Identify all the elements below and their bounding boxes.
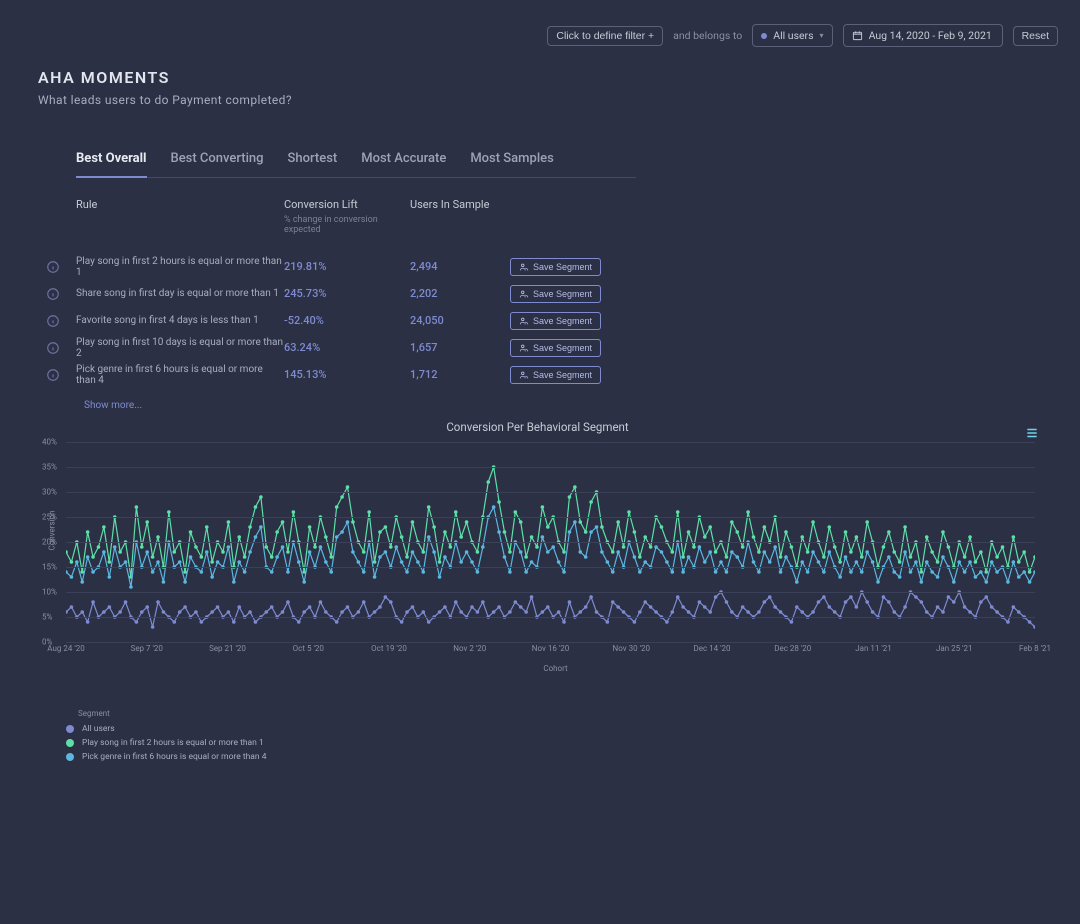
rules-table: Rule Conversion Lift % change in convers… (76, 198, 636, 411)
tabs: Best Overall Best Converting Shortest Mo… (76, 151, 636, 178)
page-title: AHA MOMENTS (38, 68, 1050, 87)
tab-most-accurate[interactable]: Most Accurate (361, 151, 446, 177)
users-icon (519, 289, 529, 299)
calendar-icon (852, 30, 863, 41)
y-tick: 0% (42, 638, 52, 647)
cell-lift: -52.40% (284, 314, 410, 327)
cell-users: 1,657 (410, 341, 510, 354)
segment-dot-icon (761, 33, 767, 39)
y-tick: 30% (42, 488, 57, 497)
cell-lift: 219.81% (284, 260, 410, 273)
table-row: Play song in first 10 days is equal or m… (46, 334, 636, 361)
page-subtitle: What leads users to do Payment completed… (38, 93, 1050, 107)
cell-rule: Play song in first 10 days is equal or m… (76, 337, 284, 359)
tab-best-converting[interactable]: Best Converting (171, 151, 264, 177)
y-tick: 40% (42, 438, 57, 447)
legend-swatch (66, 753, 74, 761)
col-lift-label: Conversion Lift (284, 198, 358, 211)
segment-dropdown-label: All users (773, 29, 813, 42)
col-users: Users In Sample (410, 198, 510, 235)
save-segment-button[interactable]: Save Segment (510, 312, 601, 330)
col-rule: Rule (76, 198, 284, 235)
y-tick: 20% (42, 538, 57, 547)
legend-label: Pick genre in first 6 hours is equal or … (82, 752, 267, 762)
cell-lift: 245.73% (284, 287, 410, 300)
x-tick: Nov 2 '20 (453, 644, 486, 653)
y-tick: 10% (42, 588, 57, 597)
x-tick: Sep 21 '20 (209, 644, 246, 653)
x-tick: Nov 30 '20 (613, 644, 650, 653)
table-row: Share song in first day is equal or more… (46, 280, 636, 307)
tab-best-overall[interactable]: Best Overall (76, 151, 147, 178)
x-tick: Dec 14 '20 (693, 644, 730, 653)
y-tick: 15% (42, 563, 57, 572)
cell-lift: 145.13% (284, 368, 410, 381)
segment-dropdown[interactable]: All users ▾ (752, 24, 832, 47)
save-segment-button[interactable]: Save Segment (510, 366, 601, 384)
info-icon[interactable] (46, 260, 60, 274)
info-icon[interactable] (46, 368, 60, 382)
chart-legend: Segment All users Play song in first 2 ho… (66, 709, 1045, 762)
cell-users: 1,712 (410, 368, 510, 381)
cell-users: 2,202 (410, 287, 510, 300)
legend-title: Segment (78, 709, 1045, 718)
chart-title: Conversion Per Behavioral Segment (30, 420, 1045, 434)
y-tick: 25% (42, 513, 57, 522)
users-icon (519, 343, 529, 353)
chart-container: Conversion Per Behavioral Segment Conver… (30, 420, 1045, 766)
col-conversion-lift: Conversion Lift % change in conversion e… (284, 198, 410, 235)
x-tick: Aug 24 '20 (47, 644, 84, 653)
reset-button[interactable]: Reset (1013, 26, 1058, 46)
cell-rule: Pick genre in first 6 hours is equal or … (76, 364, 284, 386)
legend-item[interactable]: Pick genre in first 6 hours is equal or … (66, 752, 1045, 762)
cell-rule: Play song in first 2 hours is equal or m… (76, 256, 284, 278)
legend-item[interactable]: All users (66, 724, 1045, 734)
x-tick: Jan 25 '21 (936, 644, 973, 653)
x-axis-label: Cohort (66, 664, 1045, 673)
cell-users: 24,050 (410, 314, 510, 327)
x-tick: Sep 7 '20 (131, 644, 163, 653)
legend-item[interactable]: Play song in first 2 hours is equal or m… (66, 738, 1045, 748)
table-row: Play song in first 2 hours is equal or m… (46, 253, 636, 280)
info-icon[interactable] (46, 341, 60, 355)
caret-down-icon: ▾ (820, 31, 824, 40)
cell-users: 2,494 (410, 260, 510, 273)
col-lift-sub: % change in conversion expected (284, 215, 410, 235)
save-segment-button[interactable]: Save Segment (510, 285, 601, 303)
cell-rule: Favorite song in first 4 days is less th… (76, 315, 284, 326)
y-tick: 5% (42, 613, 52, 622)
date-range-text: Aug 14, 2020 - Feb 9, 2021 (869, 29, 992, 42)
legend-swatch (66, 739, 74, 747)
x-tick: Oct 19 '20 (371, 644, 407, 653)
save-segment-button[interactable]: Save Segment (510, 339, 601, 357)
users-icon (519, 316, 529, 326)
top-filter-bar: Click to define filter + and belongs to … (547, 24, 1058, 47)
x-tick: Nov 16 '20 (532, 644, 569, 653)
tab-most-samples[interactable]: Most Samples (470, 151, 553, 177)
table-row: Pick genre in first 6 hours is equal or … (46, 361, 636, 388)
x-tick: Feb 8 '21 (1019, 644, 1051, 653)
table-row: Favorite song in first 4 days is less th… (46, 307, 636, 334)
chart-menu-icon[interactable] (1025, 426, 1039, 443)
legend-swatch (66, 725, 74, 733)
legend-label: All users (82, 724, 115, 734)
date-range-picker[interactable]: Aug 14, 2020 - Feb 9, 2021 (843, 24, 1003, 47)
and-belongs-to-label: and belongs to (673, 29, 742, 42)
info-icon[interactable] (46, 314, 60, 328)
info-icon[interactable] (46, 287, 60, 301)
users-icon (519, 262, 529, 272)
x-tick: Dec 28 '20 (774, 644, 811, 653)
cell-rule: Share song in first day is equal or more… (76, 288, 284, 299)
x-tick: Jan 11 '21 (855, 644, 892, 653)
save-segment-button[interactable]: Save Segment (510, 258, 601, 276)
legend-label: Play song in first 2 hours is equal or m… (82, 738, 264, 748)
y-tick: 35% (42, 463, 57, 472)
users-icon (519, 370, 529, 380)
x-tick: Oct 5 '20 (293, 644, 324, 653)
show-more-link[interactable]: Show more... (84, 400, 636, 411)
define-filter-button[interactable]: Click to define filter + (547, 26, 663, 46)
cell-lift: 63.24% (284, 341, 410, 354)
tab-shortest[interactable]: Shortest (288, 151, 338, 177)
